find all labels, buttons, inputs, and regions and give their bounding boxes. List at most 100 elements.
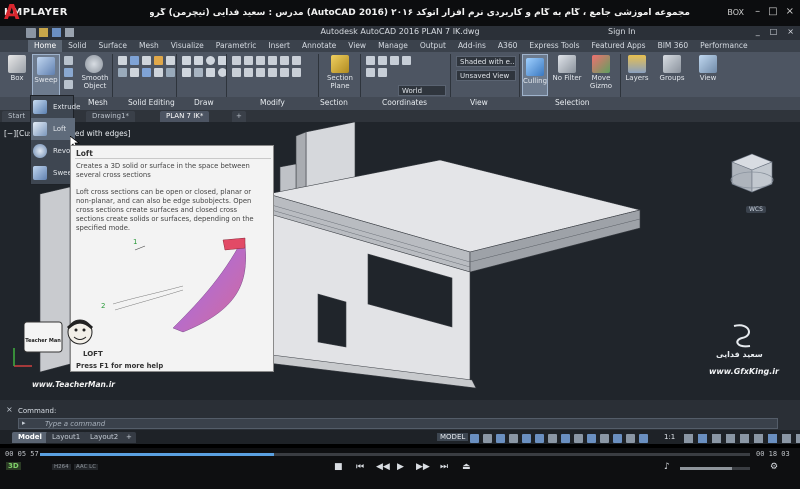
layout-tab-model[interactable]: Model	[12, 432, 48, 443]
tab-performance[interactable]: Performance	[694, 40, 754, 52]
tab-add-ins[interactable]: Add-ins	[452, 40, 492, 52]
ucs-world-select[interactable]: World	[398, 85, 446, 96]
ucs-icon[interactable]	[402, 56, 411, 65]
fillet-icon[interactable]	[280, 56, 289, 65]
volume-slider[interactable]	[680, 467, 750, 470]
panel-label-modify[interactable]: Modify	[260, 98, 285, 107]
3d-osnap-icon[interactable]	[548, 434, 557, 443]
polar-icon[interactable]	[509, 434, 518, 443]
add-layout-button[interactable]: +	[122, 432, 136, 443]
smooth-object-button[interactable]: Smooth Object	[80, 55, 109, 90]
ducs-icon[interactable]	[574, 434, 583, 443]
solid-edit-icon[interactable]	[154, 56, 163, 65]
new-icon[interactable]	[26, 28, 35, 37]
tab-surface[interactable]: Surface	[92, 40, 133, 52]
otrack-icon[interactable]	[561, 434, 570, 443]
panel-label-view[interactable]: View	[470, 98, 488, 107]
forward-icon[interactable]: ▶▶	[416, 462, 430, 472]
open-icon[interactable]	[39, 28, 48, 37]
gizmo-status-icon[interactable]	[626, 434, 635, 443]
solid-edit-icon[interactable]	[118, 68, 127, 77]
player-box-label[interactable]: BOX	[727, 8, 744, 17]
tab-home[interactable]: Home	[28, 40, 63, 52]
snap-icon[interactable]	[483, 434, 492, 443]
ucs-icon[interactable]	[390, 56, 399, 65]
application-menu-icon[interactable]: A	[4, 0, 22, 30]
file-tab-start[interactable]: Start	[2, 111, 32, 122]
stop-icon[interactable]: ■	[334, 462, 343, 472]
ucs-icon[interactable]	[378, 68, 387, 77]
model-space-toggle[interactable]: MODEL	[437, 433, 469, 441]
solid-edit-icon[interactable]	[166, 68, 175, 77]
maximize-icon[interactable]: □	[768, 6, 777, 17]
array-icon[interactable]	[292, 56, 301, 65]
acad-minimize-icon[interactable]: _	[756, 27, 760, 36]
polyline-icon[interactable]	[194, 56, 203, 65]
ucs-icon[interactable]	[366, 56, 375, 65]
acad-maximize-icon[interactable]: □	[770, 27, 778, 36]
groups-button[interactable]: Groups	[658, 55, 686, 82]
volume-icon[interactable]: ♪	[664, 462, 670, 472]
copy-icon[interactable]	[256, 56, 265, 65]
play-icon[interactable]: ▶	[397, 462, 404, 472]
solid-edit-icon[interactable]	[166, 56, 175, 65]
panel-label-coordinates[interactable]: Coordinates	[382, 98, 427, 107]
quick-properties-icon[interactable]	[726, 434, 735, 443]
panel-label-solid-editing[interactable]: Solid Editing	[128, 98, 175, 107]
rewind-icon[interactable]: ◀◀	[376, 462, 390, 472]
file-tab-drawing1[interactable]: Drawing1*	[86, 111, 136, 122]
next-icon[interactable]: ⏭	[440, 462, 448, 472]
previous-icon[interactable]: ⏮	[356, 462, 364, 472]
annotation-scale[interactable]: 1:1	[664, 433, 675, 441]
mirror-icon[interactable]	[268, 56, 277, 65]
ortho-icon[interactable]	[496, 434, 505, 443]
units-icon[interactable]	[712, 434, 721, 443]
undo-icon[interactable]	[65, 28, 74, 37]
section-plane-button[interactable]: Section Plane	[324, 55, 356, 90]
solid-edit-icon[interactable]	[130, 68, 139, 77]
erase-icon[interactable]	[268, 68, 277, 77]
ucs-icon[interactable]	[366, 68, 375, 77]
wcs-menu[interactable]: WCS	[746, 206, 766, 213]
mesh-tool-icon[interactable]	[64, 68, 73, 77]
solid-edit-icon[interactable]	[142, 68, 151, 77]
rotate-icon[interactable]	[244, 56, 253, 65]
eject-icon[interactable]: ⏏	[462, 462, 471, 472]
mesh-tool-icon[interactable]	[64, 80, 73, 89]
hatch-icon[interactable]	[194, 68, 203, 77]
solid-edit-icon[interactable]	[130, 56, 139, 65]
no-filter-button[interactable]: No Filter	[552, 55, 582, 82]
grid-icon[interactable]	[470, 434, 479, 443]
circle-icon[interactable]	[206, 56, 215, 65]
command-input[interactable]: Type a command	[18, 418, 778, 429]
named-view-select[interactable]: Unsaved View	[456, 70, 516, 81]
menu-item-sweep[interactable]: Sweep	[31, 162, 76, 184]
visual-style-select[interactable]: Shaded with e...	[456, 56, 516, 67]
stretch-icon[interactable]	[232, 68, 241, 77]
tab-a360[interactable]: A360	[492, 40, 523, 52]
tab-manage[interactable]: Manage	[372, 40, 414, 52]
panel-label-draw[interactable]: Draw	[194, 98, 214, 107]
command-close-icon[interactable]: ×	[6, 405, 13, 414]
tab-mesh[interactable]: Mesh	[133, 40, 165, 52]
offset-icon[interactable]	[292, 68, 301, 77]
panel-label-mesh[interactable]: Mesh	[88, 98, 108, 107]
scale-icon[interactable]	[244, 68, 253, 77]
isodraft-icon[interactable]	[522, 434, 531, 443]
menu-item-revolve[interactable]: Revolve	[31, 140, 81, 162]
layers-button[interactable]: Layers	[624, 55, 650, 82]
clean-screen-icon[interactable]	[782, 434, 791, 443]
line-icon[interactable]	[182, 56, 191, 65]
menu-item-loft[interactable]: Loft	[31, 118, 75, 140]
seek-bar[interactable]	[40, 453, 750, 456]
minimize-icon[interactable]: –	[755, 6, 760, 17]
annotation-monitor-icon[interactable]	[698, 434, 707, 443]
new-tab-button[interactable]: +	[232, 111, 246, 122]
save-icon[interactable]	[52, 28, 61, 37]
hardware-acceleration-icon[interactable]	[768, 434, 777, 443]
ucs-icon[interactable]	[378, 56, 387, 65]
tab-express-tools[interactable]: Express Tools	[523, 40, 585, 52]
customization-icon[interactable]	[796, 434, 800, 443]
culling-button[interactable]: Culling	[522, 54, 548, 96]
solid-edit-icon[interactable]	[154, 68, 163, 77]
